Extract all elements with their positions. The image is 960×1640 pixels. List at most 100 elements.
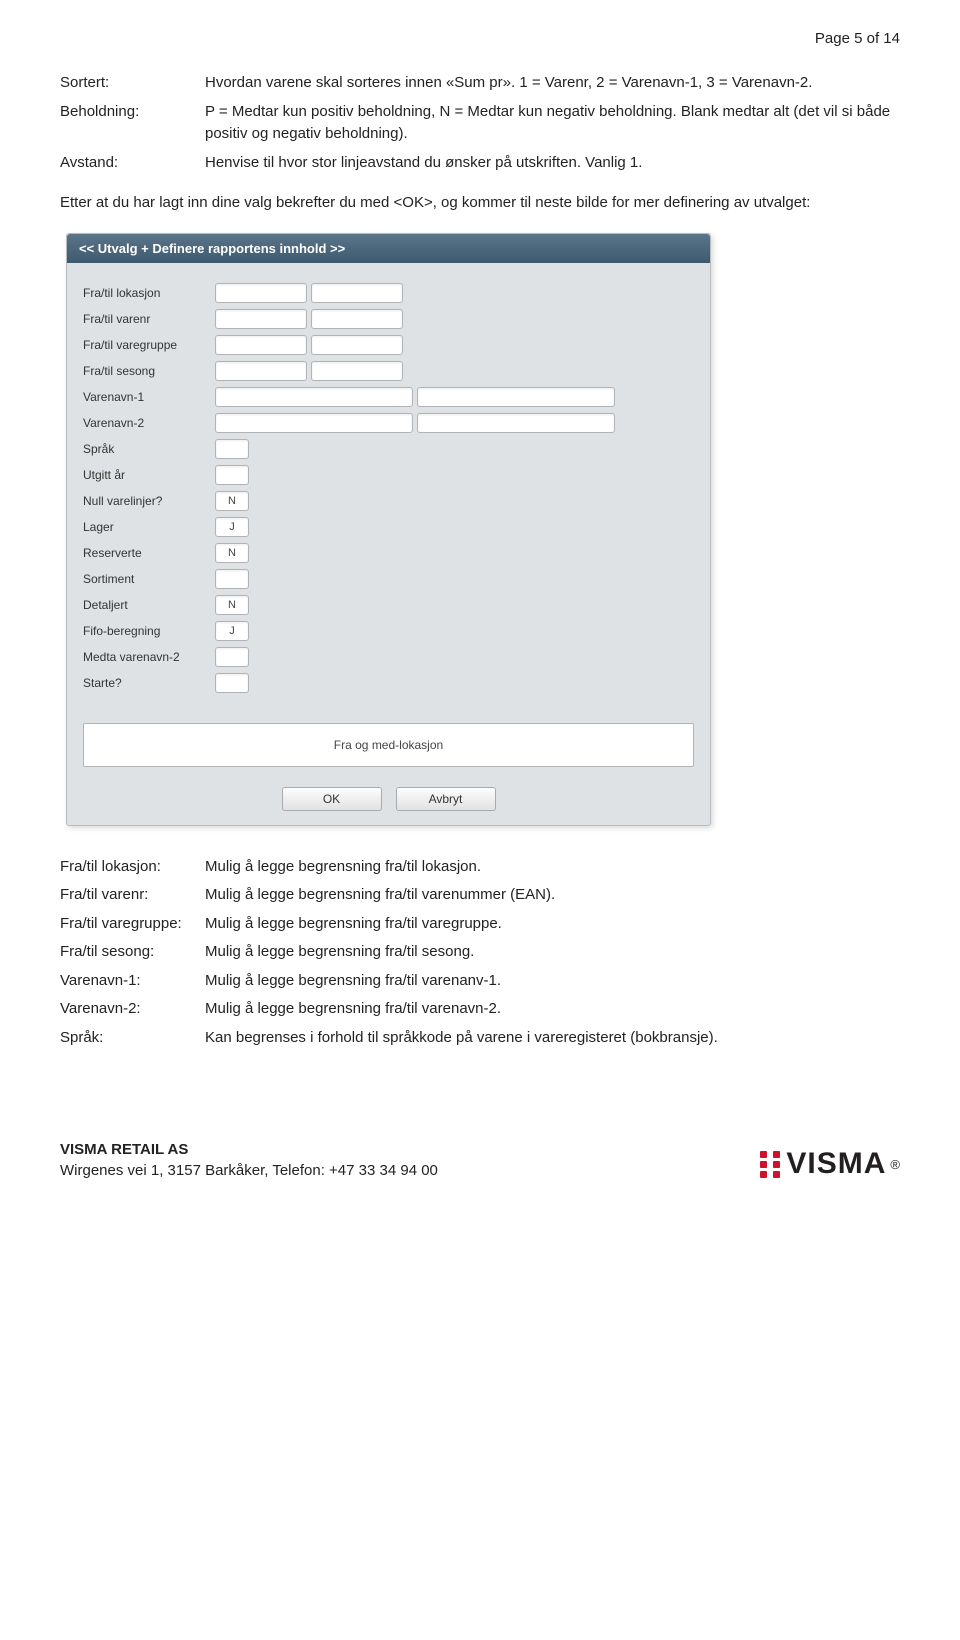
field-label: Medta varenavn-2 [83,650,215,664]
status-text: Fra og med-lokasjon [83,723,694,767]
field-label: Reserverte [83,546,215,560]
def-label: Varenavn-2: [60,998,205,1021]
logo-text: VISMA [786,1147,886,1181]
ok-button[interactable]: OK [282,787,382,811]
field-label: Varenavn-2 [83,416,215,430]
starte-input[interactable] [215,673,249,693]
field-fra-til-lokasjon: Fra/til lokasjon [83,281,694,305]
def-desc: Hvordan varene skal sorteres innen «Sum … [205,72,900,95]
lokasjon-from-input[interactable] [215,283,307,303]
varenr-from-input[interactable] [215,309,307,329]
field-label: Lager [83,520,215,534]
def-avstand: Avstand: Henvise til hvor stor linjeavst… [60,152,900,175]
field-fra-til-varegruppe: Fra/til varegruppe [83,333,694,357]
field-label: Fra/til lokasjon [83,286,215,300]
field-sortiment: Sortiment [83,567,694,591]
lokasjon-to-input[interactable] [311,283,403,303]
sprak-input[interactable] [215,439,249,459]
varenavn2-to-input[interactable] [417,413,615,433]
logo-dots-icon [773,1151,780,1178]
footer: VISMA RETAIL AS Wirgenes vei 1, 3157 Bar… [60,1139,900,1181]
field-utgitt-ar: Utgitt år [83,463,694,487]
field-label: Varenavn-1 [83,390,215,404]
sesong-from-input[interactable] [215,361,307,381]
panel-body: Fra/til lokasjon Fra/til varenr Fra/til … [67,263,710,703]
cancel-button[interactable]: Avbryt [396,787,496,811]
field-detaljert: Detaljert N [83,593,694,617]
company-name: VISMA RETAIL AS [60,1139,438,1160]
def-desc: Mulig å legge begrensning fra/til lokasj… [205,856,900,879]
def-varenavn1: Varenavn-1: Mulig å legge begrensning fr… [60,970,900,993]
field-label: Språk [83,442,215,456]
lager-input[interactable]: J [215,517,249,537]
utgitt-ar-input[interactable] [215,465,249,485]
panel-title: << Utvalg + Definere rapportens innhold … [67,234,710,263]
def-varenavn2: Varenavn-2: Mulig å legge begrensning fr… [60,998,900,1021]
field-label: Fra/til varegruppe [83,338,215,352]
field-lager: Lager J [83,515,694,539]
field-sprak: Språk [83,437,694,461]
field-varenavn-1: Varenavn-1 [83,385,694,409]
field-null-varelinjer: Null varelinjer? N [83,489,694,513]
varegruppe-from-input[interactable] [215,335,307,355]
field-varenavn-2: Varenavn-2 [83,411,694,435]
varenr-to-input[interactable] [311,309,403,329]
varenavn1-to-input[interactable] [417,387,615,407]
visma-logo: VISMA ® [760,1147,900,1181]
sortiment-input[interactable] [215,569,249,589]
def-label: Fra/til varenr: [60,884,205,907]
status-area: Fra og med-lokasjon [67,723,710,781]
field-fra-til-varenr: Fra/til varenr [83,307,694,331]
reserverte-input[interactable]: N [215,543,249,563]
field-label: Fifo-beregning [83,624,215,638]
field-label: Sortiment [83,572,215,586]
varegruppe-to-input[interactable] [311,335,403,355]
detaljert-input[interactable]: N [215,595,249,615]
page-number: Page 5 of 14 [60,30,900,47]
medta-varenavn2-input[interactable] [215,647,249,667]
def-label: Fra/til lokasjon: [60,856,205,879]
field-label: Fra/til varenr [83,312,215,326]
def-label: Språk: [60,1027,205,1050]
def-varegruppe: Fra/til varegruppe: Mulig å legge begren… [60,913,900,936]
field-fifo-beregning: Fifo-beregning J [83,619,694,643]
field-reserverte: Reserverte N [83,541,694,565]
def-label: Beholdning: [60,101,205,146]
def-desc: Henvise til hvor stor linjeavstand du øn… [205,152,900,175]
logo-dots-icon [760,1151,767,1178]
def-desc: Kan begrenses i forhold til språkkode på… [205,1027,900,1050]
null-varelinjer-input[interactable]: N [215,491,249,511]
field-label: Utgitt år [83,468,215,482]
field-label: Fra/til sesong [83,364,215,378]
def-desc: Mulig å legge begrensning fra/til varena… [205,998,900,1021]
def-desc: Mulig å legge begrensning fra/til sesong… [205,941,900,964]
def-label: Sortert: [60,72,205,95]
def-sesong: Fra/til sesong: Mulig å legge begrensnin… [60,941,900,964]
varenavn2-from-input[interactable] [215,413,413,433]
sesong-to-input[interactable] [311,361,403,381]
def-desc: Mulig å legge begrensning fra/til varegr… [205,913,900,936]
button-row: OK Avbryt [67,781,710,825]
def-lokasjon: Fra/til lokasjon: Mulig å legge begrensn… [60,856,900,879]
def-sortert: Sortert: Hvordan varene skal sorteres in… [60,72,900,95]
field-fra-til-sesong: Fra/til sesong [83,359,694,383]
def-label: Fra/til sesong: [60,941,205,964]
field-starte: Starte? [83,671,694,695]
field-label: Starte? [83,676,215,690]
def-desc: Mulig å legge begrensning fra/til varena… [205,970,900,993]
company-address: Wirgenes vei 1, 3157 Barkåker, Telefon: … [60,1160,438,1181]
field-medta-varenavn-2: Medta varenavn-2 [83,645,694,669]
footer-company-info: VISMA RETAIL AS Wirgenes vei 1, 3157 Bar… [60,1139,438,1181]
field-label: Null varelinjer? [83,494,215,508]
def-sprak: Språk: Kan begrenses i forhold til språk… [60,1027,900,1050]
varenavn1-from-input[interactable] [215,387,413,407]
def-desc: Mulig å legge begrensning fra/til varenu… [205,884,900,907]
field-label: Detaljert [83,598,215,612]
registered-icon: ® [890,1157,900,1172]
intro-paragraph: Etter at du har lagt inn dine valg bekre… [60,192,900,215]
report-options-panel: << Utvalg + Definere rapportens innhold … [66,233,711,826]
def-varenr: Fra/til varenr: Mulig å legge begrensnin… [60,884,900,907]
def-label: Avstand: [60,152,205,175]
def-desc: P = Medtar kun positiv beholdning, N = M… [205,101,900,146]
fifo-input[interactable]: J [215,621,249,641]
